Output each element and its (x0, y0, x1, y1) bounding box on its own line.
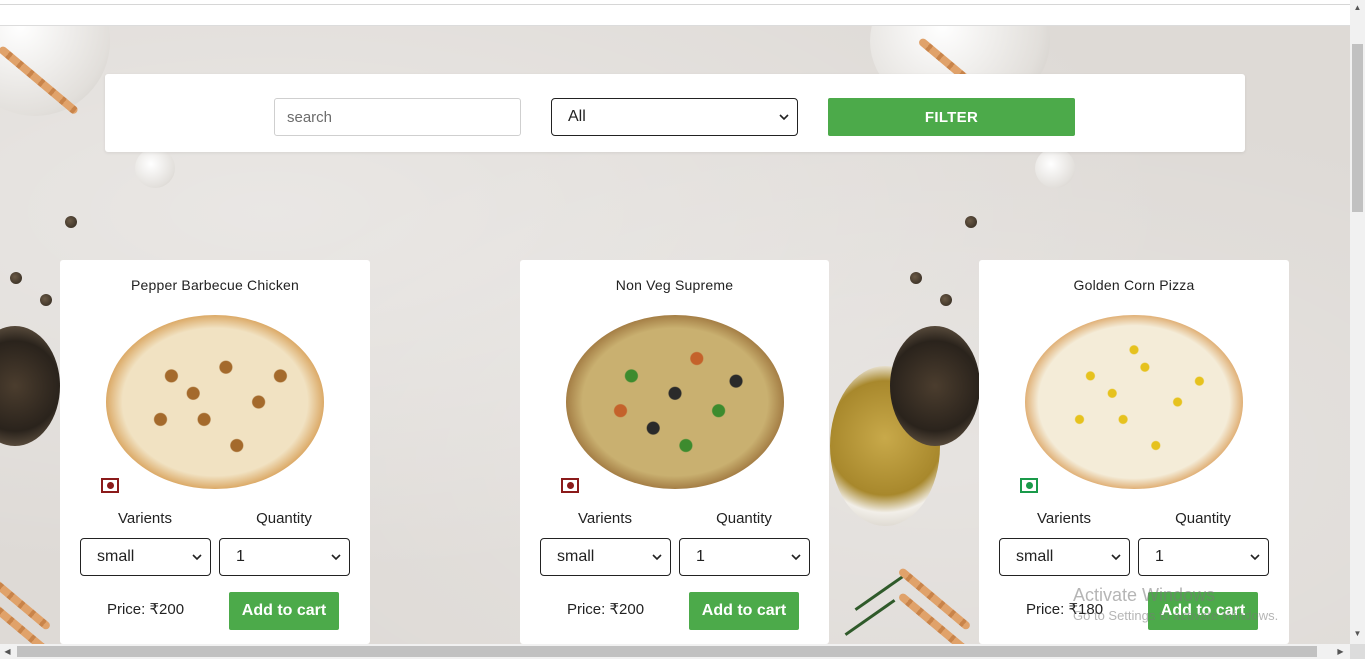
product-card: Golden Corn Pizza Varients Quantity smal… (979, 260, 1289, 644)
quantity-select[interactable]: 1 (1138, 538, 1269, 576)
quantity-label: Quantity (1175, 510, 1231, 527)
scrollbar-corner (1350, 644, 1365, 659)
quantity-label: Quantity (256, 510, 312, 527)
chevron-down-icon (1250, 554, 1260, 561)
varients-label: Varients (118, 510, 172, 527)
quantity-select[interactable]: 1 (679, 538, 810, 576)
filter-button[interactable]: FILTER (828, 98, 1075, 136)
scroll-up-arrow-icon[interactable]: ▲ (1350, 0, 1365, 15)
horizontal-scroll-thumb[interactable] (17, 646, 1317, 657)
varients-label: Varients (578, 510, 632, 527)
category-select-value: All (568, 108, 586, 125)
quantity-select-value: 1 (236, 548, 245, 565)
horizontal-scrollbar[interactable]: ◀ ▶ (0, 644, 1350, 659)
veg-mark-icon (1020, 478, 1038, 493)
non-veg-mark-icon (561, 478, 579, 493)
chevron-down-icon (1111, 554, 1121, 561)
quantity-select-value: 1 (696, 548, 705, 565)
chevron-down-icon (331, 554, 341, 561)
pizza-image (1025, 315, 1243, 489)
chevron-down-icon (779, 114, 789, 121)
variant-select[interactable]: small (80, 538, 211, 576)
browser-top-strip (0, 0, 1350, 26)
product-name: Non Veg Supreme (615, 277, 734, 293)
variant-select-value: small (557, 548, 595, 565)
product-name: Pepper Barbecue Chicken (130, 277, 300, 293)
product-name: Golden Corn Pizza (1073, 277, 1195, 293)
varients-label: Varients (1037, 510, 1091, 527)
scroll-right-arrow-icon[interactable]: ▶ (1333, 644, 1348, 659)
product-price: Price: ₹180 (1025, 601, 1104, 618)
add-to-cart-button[interactable]: Add to cart (229, 592, 339, 630)
category-select[interactable]: All (551, 98, 798, 136)
filter-panel: All FILTER (105, 74, 1245, 152)
non-veg-mark-icon (101, 478, 119, 493)
product-price: Price: ₹200 (106, 601, 185, 618)
product-card: Pepper Barbecue Chicken Varients Quantit… (60, 260, 370, 644)
quantity-select[interactable]: 1 (219, 538, 350, 576)
vertical-scroll-thumb[interactable] (1352, 44, 1363, 212)
variant-select[interactable]: small (540, 538, 671, 576)
add-to-cart-button[interactable]: Add to cart (689, 592, 799, 630)
variant-select-value: small (97, 548, 135, 565)
scroll-left-arrow-icon[interactable]: ◀ (0, 644, 15, 659)
pizza-image (106, 315, 324, 489)
variant-select[interactable]: small (999, 538, 1130, 576)
chevron-down-icon (192, 554, 202, 561)
product-card: Non Veg Supreme Varients Quantity small … (520, 260, 829, 644)
scroll-down-arrow-icon[interactable]: ▼ (1350, 626, 1365, 641)
variant-select-value: small (1016, 548, 1054, 565)
quantity-select-value: 1 (1155, 548, 1164, 565)
chevron-down-icon (652, 554, 662, 561)
quantity-label: Quantity (716, 510, 772, 527)
chevron-down-icon (791, 554, 801, 561)
add-to-cart-button[interactable]: Add to cart (1148, 592, 1258, 630)
pizza-image (566, 315, 784, 489)
product-price: Price: ₹200 (566, 601, 645, 618)
vertical-scrollbar[interactable]: ▲ ▼ (1350, 0, 1365, 644)
search-input[interactable] (274, 98, 521, 136)
